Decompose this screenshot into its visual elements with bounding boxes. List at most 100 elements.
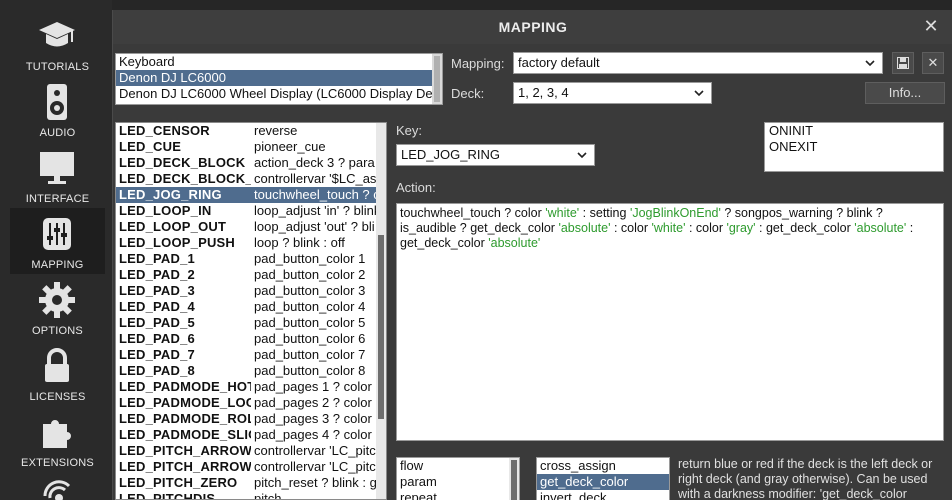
verb-item-selected[interactable]: get_deck_color [537,474,669,490]
control-row[interactable]: LED_PAD_1 pad_button_color 1 [116,251,386,267]
control-name: LED_PAD_3 [119,283,195,298]
action-code-token: : color [610,221,652,235]
action-string-token: 'white' [545,206,580,220]
events-list[interactable]: ONINIT ONEXIT [764,122,944,172]
key-select[interactable]: LED_JOG_RING [396,144,595,166]
control-row[interactable]: LED_CUE pioneer_cue [116,139,386,155]
action-script: touchwheel_touch ? color 'white' : setti… [400,206,913,250]
control-action: pad_pages 4 ? color [254,427,372,442]
monitor-icon [40,152,74,184]
info-button[interactable]: Info... [865,82,945,104]
control-row[interactable]: LED_PADMODE_SLIC pad_pages 4 ? color [116,427,386,443]
control-row[interactable]: LED_DECK_BLOCK action_deck 3 ? para [116,155,386,171]
event-item[interactable]: ONEXIT [765,139,943,155]
category-item[interactable]: repeat [397,490,519,500]
control-row[interactable]: LED_LOOP_PUSH loop ? blink : off [116,235,386,251]
controls-list[interactable]: LED_CENSOR reverse LED_CUE pioneer_cue LED_D… [115,122,387,500]
device-item[interactable]: Denon DJ LC6000 Wheel Display (LC6000 Di… [116,86,442,102]
save-mapping-button[interactable] [892,52,914,74]
control-row[interactable]: LED_PITCHDIS pitch [116,491,386,499]
sliders-icon [43,218,71,250]
control-row[interactable]: LED_PAD_7 pad_button_color 7 [116,347,386,363]
control-row[interactable]: LED_DECK_BLOCK_ controllervar '$LC_as [116,171,386,187]
category-item[interactable]: param [397,474,519,490]
nav-licenses[interactable]: LICENSES [10,340,105,406]
nav-tutorials[interactable]: TUTORIALS [10,10,105,76]
control-row[interactable]: LED_PADMODE_LOO pad_pages 2 ? color [116,395,386,411]
control-name: LED_DECK_BLOCK_ [119,171,251,186]
deck-select[interactable]: 1, 2, 3, 4 [513,82,712,104]
category-list[interactable]: flow param repeat [396,457,520,500]
control-action: controllervar 'LC_pitc [254,459,376,474]
control-row[interactable]: LED_PADMODE_ROL pad_pages 3 ? color [116,411,386,427]
control-action: pad_button_color 5 [254,315,366,330]
control-action: pad_pages 2 ? color [254,395,372,410]
device-item-selected[interactable]: Denon DJ LC6000 [116,70,442,86]
device-item[interactable]: Keyboard [116,54,442,70]
deck-label: Deck: [451,86,485,101]
deck-select-value: 1, 2, 3, 4 [518,85,569,100]
nav-broadcast[interactable] [37,474,77,500]
device-list-scrollbar[interactable] [432,54,442,104]
control-row[interactable]: LED_PITCH_ARROW controllervar 'LC_pitc [116,443,386,459]
control-row-selected[interactable]: LED_JOG_RING touchwheel_touch ? c [116,187,386,203]
control-action: loop_adjust 'in' ? blink [254,203,379,218]
control-name: LED_CENSOR [119,123,210,138]
device-list[interactable]: Keyboard Denon DJ LC6000 Denon DJ LC6000… [115,53,443,105]
nav-extensions[interactable]: EXTENSIONS [10,406,105,472]
nav-tutorials-label: TUTORIALS [25,61,90,73]
mapping-dialog: MAPPING ✕ Keyboard Denon DJ LC6000 Denon… [112,10,952,500]
verb-item[interactable]: cross_assign [537,458,669,474]
action-code-token: : color [685,221,727,235]
control-row[interactable]: LED_PADMODE_HOT pad_pages 1 ? color [116,379,386,395]
control-row[interactable]: LED_PAD_8 pad_button_color 8 [116,363,386,379]
event-item[interactable]: ONINIT [765,123,943,139]
control-row[interactable]: LED_PAD_6 pad_button_color 6 [116,331,386,347]
delete-mapping-button[interactable]: ✕ [922,52,944,74]
category-scroll-thumb[interactable] [511,460,517,500]
control-name: LED_LOOP_OUT [119,219,227,234]
control-row[interactable]: LED_PAD_5 pad_button_color 5 [116,315,386,331]
category-item[interactable]: flow [397,458,519,474]
control-name: LED_PAD_2 [119,267,195,282]
action-editor[interactable]: touchwheel_touch ? color 'white' : setti… [396,203,944,441]
nav-mapping-label: MAPPING [31,259,84,271]
controls-scroll-thumb[interactable] [378,235,384,419]
control-name: LED_PADMODE_ROL [119,411,251,426]
control-row[interactable]: LED_LOOP_OUT loop_adjust 'out' ? bli [116,219,386,235]
nav-interface[interactable]: INTERFACE [10,142,105,208]
control-row[interactable]: LED_LOOP_IN loop_adjust 'in' ? blink [116,203,386,219]
control-row[interactable]: LED_PAD_2 pad_button_color 2 [116,267,386,283]
nav-options[interactable]: OPTIONS [10,274,105,340]
device-list-scroll-thumb[interactable] [434,56,440,102]
control-name: LED_DECK_BLOCK [119,155,246,170]
nav-audio[interactable]: AUDIO [10,76,105,142]
control-action: pad_pages 3 ? color [254,411,372,426]
controls-scrollbar[interactable] [376,123,386,499]
nav-licenses-label: LICENSES [29,391,86,403]
close-button[interactable]: ✕ [921,16,941,36]
control-row[interactable]: LED_PAD_4 pad_button_color 4 [116,299,386,315]
chevron-down-icon [865,60,875,67]
verb-list[interactable]: cross_assign get_deck_color invert_deck [536,457,670,500]
control-name: LED_PAD_8 [119,363,195,378]
action-string-token: 'absolute' [488,236,541,250]
control-name: LED_LOOP_IN [119,203,212,218]
gear-icon [39,282,75,318]
control-row[interactable]: LED_CENSOR reverse [116,123,386,139]
category-scrollbar[interactable] [509,458,519,500]
control-action: pad_button_color 8 [254,363,366,378]
nav-mapping[interactable]: MAPPING [10,208,105,274]
graduation-cap-icon [39,22,75,47]
verb-item[interactable]: invert_deck [537,490,669,500]
control-name: LED_PAD_5 [119,315,195,330]
control-action: action_deck 3 ? para [254,155,375,170]
control-row[interactable]: LED_PITCH_ARROW controllervar 'LC_pitc [116,459,386,475]
control-name: LED_CUE [119,139,182,154]
control-row[interactable]: LED_PAD_3 pad_button_color 3 [116,283,386,299]
control-name: LED_PAD_6 [119,331,195,346]
mapping-select[interactable]: factory default [513,52,883,74]
control-name: LED_LOOP_PUSH [119,235,236,250]
control-row[interactable]: LED_PITCH_ZERO pitch_reset ? blink : g [116,475,386,491]
action-string-token: 'JogBlinkOnEnd' [629,206,721,220]
